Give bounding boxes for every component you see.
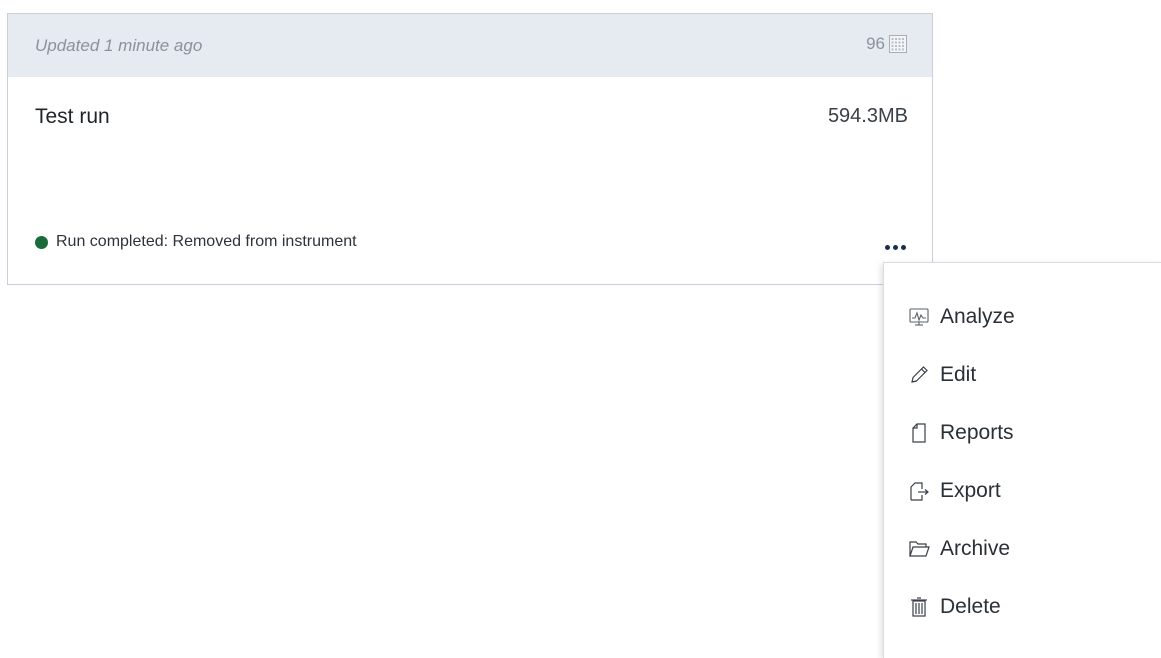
menu-item-reports[interactable]: Reports	[908, 418, 1014, 448]
menu-item-label: Archive	[940, 537, 1011, 560]
menu-item-export[interactable]: Export	[908, 476, 1001, 506]
export-icon	[910, 482, 929, 501]
updated-timestamp: Updated 1 minute ago	[35, 36, 203, 55]
menu-item-edit[interactable]: Edit	[908, 360, 976, 390]
more-dot-icon	[900, 244, 906, 250]
run-actions-menu: Analyze Edit Reports Export Archive Dele…	[883, 262, 1161, 658]
run-size: 594.3MB	[827, 105, 908, 127]
card-header: Updated 1 minute ago 96	[8, 14, 932, 77]
menu-item-label: Analyze	[940, 305, 1015, 328]
more-dot-icon	[892, 244, 898, 250]
more-dot-icon	[884, 244, 890, 250]
menu-item-label: Edit	[940, 363, 977, 386]
well-count-value: 96	[866, 34, 885, 53]
trash-icon	[911, 597, 927, 617]
folder-icon	[909, 541, 930, 557]
menu-item-label: Delete	[940, 595, 1001, 618]
document-icon	[912, 423, 926, 443]
run-status: Run completed: Removed from instrument	[35, 233, 357, 251]
pencil-icon	[911, 366, 928, 383]
menu-item-label: Reports	[940, 421, 1014, 444]
menu-item-label: Export	[940, 479, 1001, 502]
menu-item-analyze[interactable]: Analyze	[908, 302, 1015, 332]
status-text: Run completed: Removed from instrument	[56, 233, 357, 250]
more-options-button[interactable]	[882, 238, 908, 256]
status-dot-icon	[35, 235, 48, 249]
run-name[interactable]: Test run	[35, 105, 110, 129]
run-card[interactable]: Updated 1 minute ago 96 Test run 594.3MB…	[7, 13, 933, 285]
analyze-icon	[909, 308, 929, 326]
well-count: 96	[866, 34, 907, 54]
menu-item-archive[interactable]: Archive	[908, 534, 1010, 564]
menu-item-delete[interactable]: Delete	[908, 592, 1001, 622]
plate-icon	[889, 35, 907, 53]
